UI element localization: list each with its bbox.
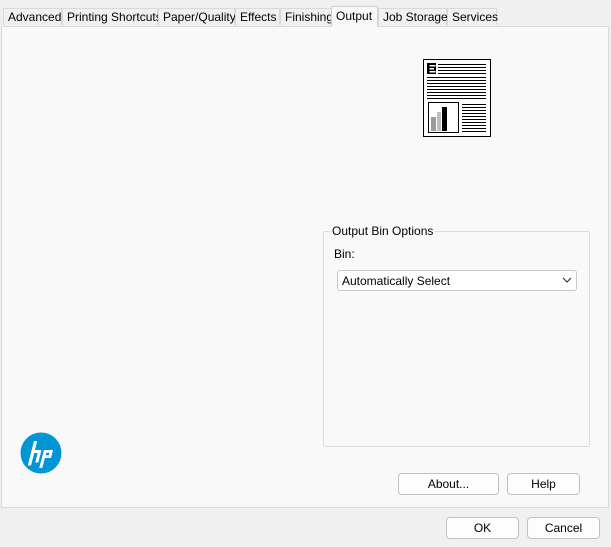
about-button[interactable]: About...: [398, 473, 499, 495]
output-bin-options-group: Output Bin Options Bin: Automatically Se…: [323, 224, 590, 447]
bin-select-value: Automatically Select: [342, 274, 451, 288]
cancel-button[interactable]: Cancel: [527, 517, 600, 539]
tab-output[interactable]: Output: [331, 6, 378, 27]
tab-effects[interactable]: Effects: [235, 8, 280, 25]
tab-printing-shortcuts[interactable]: Printing Shortcuts: [62, 8, 162, 25]
output-bin-options-title: Output Bin Options: [330, 224, 436, 238]
output-tab-panel: Output Bin Options Bin: Automatically Se…: [1, 26, 609, 508]
tab-paper-quality[interactable]: Paper/Quality: [158, 8, 236, 25]
bin-select[interactable]: Automatically Select: [337, 270, 577, 291]
bin-label: Bin:: [334, 247, 355, 261]
tab-advanced[interactable]: Advanced: [3, 8, 62, 25]
ok-button[interactable]: OK: [446, 517, 519, 539]
document-preview-icon: [423, 59, 491, 137]
tab-job-storage[interactable]: Job Storage: [378, 8, 448, 25]
tab-services[interactable]: Services: [447, 8, 498, 25]
chevron-down-icon: [562, 277, 572, 283]
tab-finishing[interactable]: Finishing: [280, 8, 333, 25]
hp-logo-icon: [20, 432, 62, 474]
help-button[interactable]: Help: [507, 473, 580, 495]
